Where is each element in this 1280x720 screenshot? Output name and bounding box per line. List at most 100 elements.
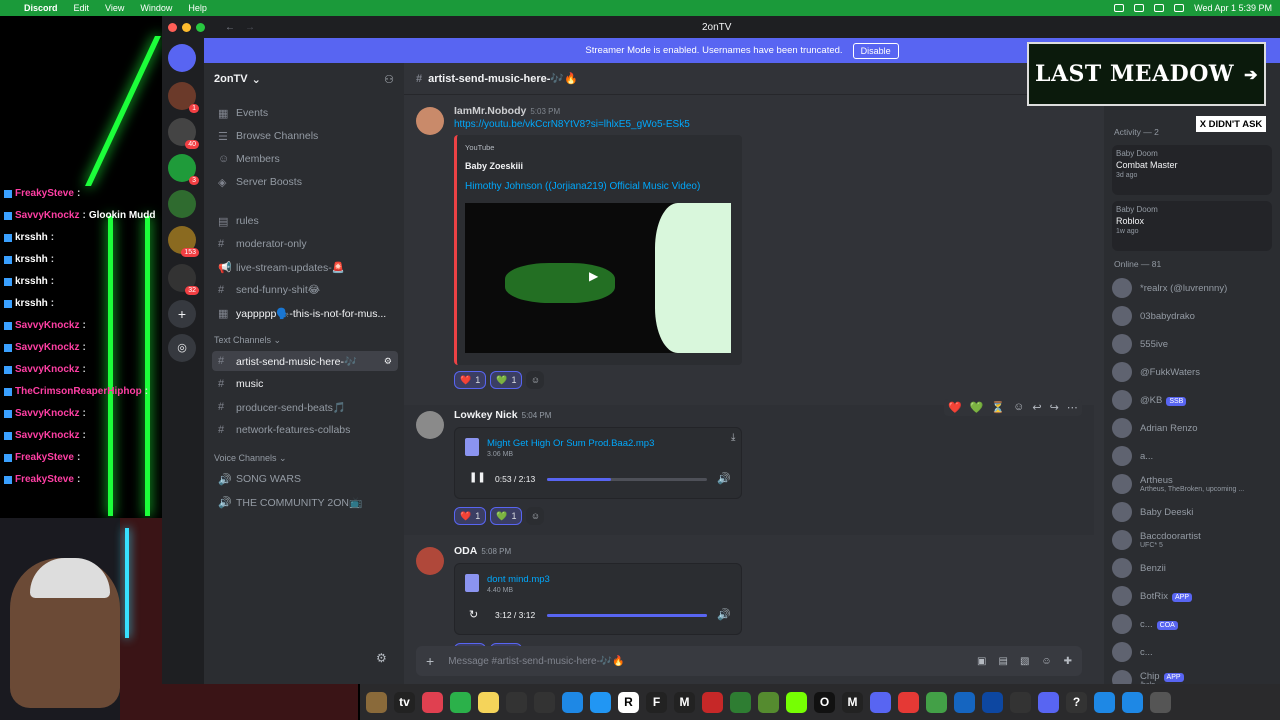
app-icon[interactable] <box>1094 691 1115 713</box>
notes-icon[interactable] <box>478 691 499 713</box>
app-icon[interactable] <box>758 691 779 713</box>
channel-music[interactable]: # music <box>212 374 398 394</box>
message-input[interactable]: Message #artist-send-music-here-🎶🔥 <box>448 656 625 667</box>
pause-icon[interactable]: ❚❚ <box>469 472 486 483</box>
app-icon[interactable] <box>702 691 723 713</box>
react-hourglass-icon[interactable]: ⏳ <box>991 401 1005 414</box>
app-menu[interactable]: Discord <box>24 3 58 13</box>
app-f-icon[interactable]: F <box>646 691 667 713</box>
forward-icon[interactable]: ↪ <box>1050 401 1059 414</box>
reaction-green-heart[interactable]: 💚1 <box>490 371 523 389</box>
volume-icon[interactable]: 🔊 <box>717 472 731 485</box>
message-author[interactable]: Lowkey Nick 5:04 PM <box>454 409 551 421</box>
voice-channel-song-wars[interactable]: 🔊 SONG WARS <box>212 469 398 489</box>
message-link[interactable]: https://youtu.be/vkCcrN8YtV8?si=lhlxE5_g… <box>454 119 690 130</box>
server-icon[interactable]: 3 <box>168 154 199 185</box>
sidebar-item-events[interactable]: ▦ Events <box>212 103 398 123</box>
clock[interactable]: Wed Apr 1 5:39 PM <box>1194 3 1272 13</box>
channel-yappp[interactable]: ▦ yappppp🗣️-this-is-not-for-mus... <box>212 303 398 323</box>
member-item[interactable]: Baby Deeski <box>1112 499 1277 525</box>
member-item[interactable]: @FukkWaters <box>1112 359 1277 385</box>
member-item[interactable]: Benzii <box>1112 555 1277 581</box>
member-item[interactable]: @KB SSB <box>1112 387 1277 413</box>
help-icon[interactable]: ? <box>1066 691 1087 713</box>
message-author[interactable]: IamMr.Nobody 5:03 PM <box>454 105 560 117</box>
add-reaction-icon[interactable]: ☺ <box>526 507 545 525</box>
reaction-heart[interactable]: ❤️1 <box>454 371 487 389</box>
channel-artist-send-music[interactable]: # artist-send-music-here-🎶🔥 ⚙ <box>212 351 398 371</box>
replay-icon[interactable]: ↻ <box>469 608 478 621</box>
explore-icon[interactable]: ◎ <box>168 334 196 362</box>
video-thumbnail[interactable]: ▶ <box>465 203 731 353</box>
play-icon[interactable]: ▶ <box>589 269 598 283</box>
add-friend-icon[interactable]: ⚇ <box>384 73 394 86</box>
reaction-green-heart[interactable]: 💚1 <box>490 507 523 525</box>
app-m-icon[interactable]: M <box>674 691 695 713</box>
avatar[interactable] <box>416 411 444 439</box>
react-green-heart-icon[interactable]: 💚 <box>970 401 984 414</box>
channel-rules[interactable]: ▤ rules <box>212 211 398 231</box>
app-icon[interactable] <box>534 691 555 713</box>
add-server-icon[interactable]: + <box>168 300 196 328</box>
server-icon[interactable] <box>168 190 196 218</box>
member-item[interactable]: Adrian Renzo <box>1112 415 1277 441</box>
server-icon[interactable]: 32 <box>168 264 199 295</box>
app-o-icon[interactable]: O <box>814 691 835 713</box>
forward-arrow-icon[interactable]: → <box>245 22 255 33</box>
member-item[interactable]: a... <box>1112 443 1277 469</box>
message-author[interactable]: ODA 5:08 PM <box>454 545 511 557</box>
add-reaction-icon[interactable]: ☺ <box>526 371 545 389</box>
reply-icon[interactable]: ↩ <box>1032 401 1041 414</box>
server-icon[interactable]: 153 <box>168 226 199 257</box>
app-icon[interactable] <box>506 691 527 713</box>
channel-producer-send-beats[interactable]: # producer-send-beats🎵 <box>212 397 398 417</box>
avatar[interactable] <box>416 547 444 575</box>
app-icon[interactable] <box>1122 691 1143 713</box>
menu-edit[interactable]: Edit <box>74 3 90 13</box>
member-item[interactable]: *realrx (@luvrennny) <box>1112 275 1277 301</box>
disable-streamer-mode-button[interactable]: Disable <box>852 42 899 59</box>
settings-gear-icon[interactable]: ⚙ <box>384 356 392 367</box>
avatar[interactable] <box>416 107 444 135</box>
audio-progress-track[interactable] <box>547 614 707 617</box>
status-icon[interactable] <box>1114 4 1125 12</box>
menu-help[interactable]: Help <box>188 3 207 13</box>
sidebar-item-browse-channels[interactable]: ☰ Browse Channels <box>212 126 398 146</box>
message-composer[interactable]: + Message #artist-send-music-here-🎶🔥 ▣ ▤ ▧… <box>416 646 1082 676</box>
member-item[interactable]: Artheus Artheus, TheBroken, upcoming ... <box>1112 471 1277 497</box>
file-name[interactable]: Might Get High Or Sum Prod.Baa2.mp3 <box>487 438 654 449</box>
home-discord-icon[interactable] <box>168 44 196 72</box>
search-icon[interactable] <box>1174 4 1185 12</box>
channel-moderator-only[interactable]: # moderator-only <box>212 234 398 254</box>
download-icon[interactable]: ⤓ <box>731 432 735 443</box>
app-m-icon[interactable]: M <box>842 691 863 713</box>
app-icon[interactable] <box>926 691 947 713</box>
server-header[interactable]: 2onTV ⌄ ⚇ <box>204 63 404 95</box>
react-heart-icon[interactable]: ❤️ <box>948 401 962 414</box>
close-window-button[interactable] <box>168 22 177 32</box>
steam-icon[interactable] <box>982 691 1003 713</box>
status-icon[interactable] <box>1134 4 1145 12</box>
trash-icon[interactable] <box>1150 691 1171 713</box>
zoom-window-button[interactable] <box>196 22 205 32</box>
numbers-icon[interactable] <box>450 691 471 713</box>
embed-title[interactable]: Himothy Johnson ((Jorjiana219) Official … <box>465 181 700 192</box>
server-icon[interactable]: 1 <box>168 82 199 113</box>
member-item[interactable]: 555ive <box>1112 331 1277 357</box>
apple-tv-icon[interactable]: tv <box>394 691 415 713</box>
minimize-window-button[interactable] <box>182 22 191 32</box>
volume-icon[interactable]: 🔊 <box>717 608 731 621</box>
activity-card[interactable]: Baby Doom Roblox 1w ago <box>1112 201 1272 251</box>
member-item[interactable]: 03babydrako <box>1112 303 1277 329</box>
discord-icon[interactable] <box>870 691 891 713</box>
member-item[interactable]: c... COA <box>1112 611 1277 637</box>
category-text-channels[interactable]: Text Channels ⌄ <box>214 335 281 346</box>
member-item[interactable]: c... <box>1112 639 1277 665</box>
audio-progress-track[interactable] <box>547 478 707 481</box>
menu-window[interactable]: Window <box>140 3 172 13</box>
app-icon[interactable] <box>954 691 975 713</box>
embed-author[interactable]: Baby Zoeskiii <box>465 161 523 171</box>
channel-network-features[interactable]: # network-features-collabs <box>212 420 398 440</box>
back-arrow-icon[interactable]: ← <box>225 22 235 33</box>
file-name[interactable]: dont mind.mp3 <box>487 574 550 585</box>
